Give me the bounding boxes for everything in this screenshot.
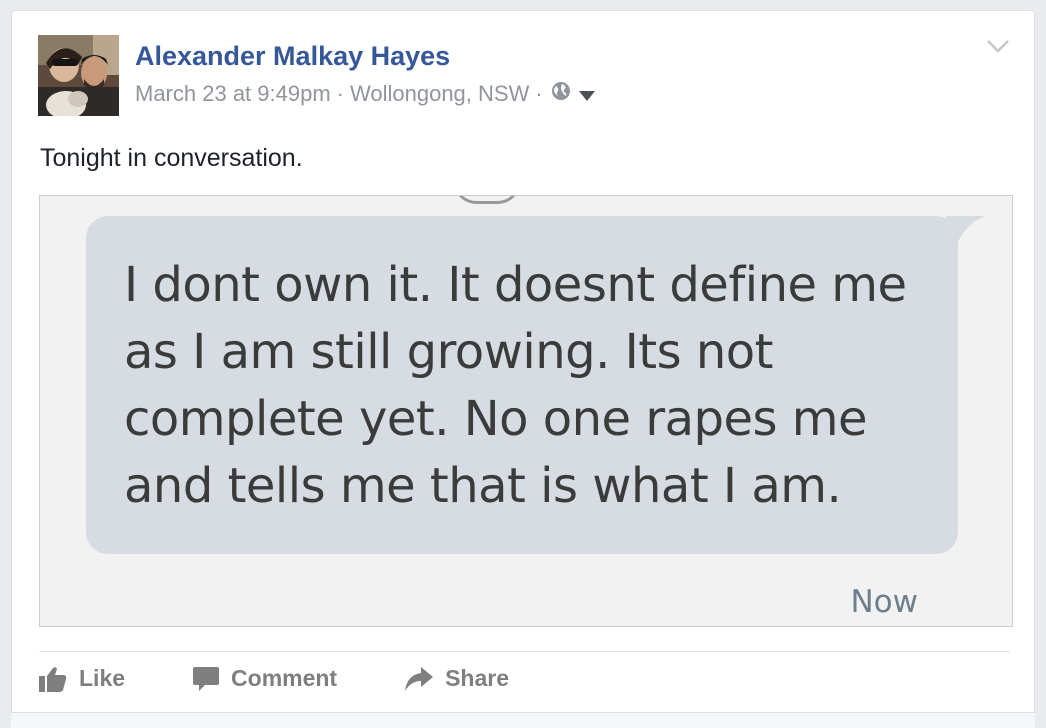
post-photo[interactable]: I dont own it. It doesnt define me as I … bbox=[39, 195, 1013, 627]
message-timestamp: Now bbox=[850, 584, 918, 620]
post-timestamp-link[interactable]: March 23 at 9:49pm bbox=[135, 81, 331, 107]
thumbs-up-icon bbox=[39, 666, 67, 692]
post-options-chevron-icon[interactable] bbox=[986, 39, 1010, 57]
feed-post: Alexander Malkay Hayes March 23 at 9:49p… bbox=[11, 10, 1035, 728]
previous-message-edge bbox=[452, 196, 522, 204]
post-actions: Like Comment Share bbox=[39, 665, 509, 692]
comment-icon bbox=[193, 666, 220, 691]
post-meta: March 23 at 9:49pm · Wollongong, NSW · bbox=[135, 81, 595, 107]
like-label: Like bbox=[79, 665, 126, 691]
message-text: I dont own it. It doesnt define me as I … bbox=[124, 257, 907, 514]
share-arrow-icon bbox=[405, 666, 434, 691]
author-name-link[interactable]: Alexander Malkay Hayes bbox=[135, 41, 450, 72]
share-button[interactable]: Share bbox=[405, 665, 509, 692]
action-divider bbox=[39, 651, 1010, 652]
meta-separator: · bbox=[336, 81, 344, 106]
comments-area-edge bbox=[11, 712, 1035, 728]
audience-dropdown-icon[interactable] bbox=[578, 81, 595, 107]
like-button[interactable]: Like bbox=[39, 665, 125, 692]
post-caption: Tonight in conversation. bbox=[40, 144, 303, 172]
avatar[interactable] bbox=[38, 35, 119, 116]
comment-label: Comment bbox=[231, 665, 338, 691]
meta-separator: · bbox=[535, 81, 543, 106]
comment-button[interactable]: Comment bbox=[193, 665, 337, 692]
avatar-photo bbox=[38, 35, 119, 116]
share-label: Share bbox=[445, 665, 510, 691]
globe-icon[interactable] bbox=[551, 81, 571, 107]
location-link[interactable]: Wollongong, NSW bbox=[350, 81, 529, 107]
